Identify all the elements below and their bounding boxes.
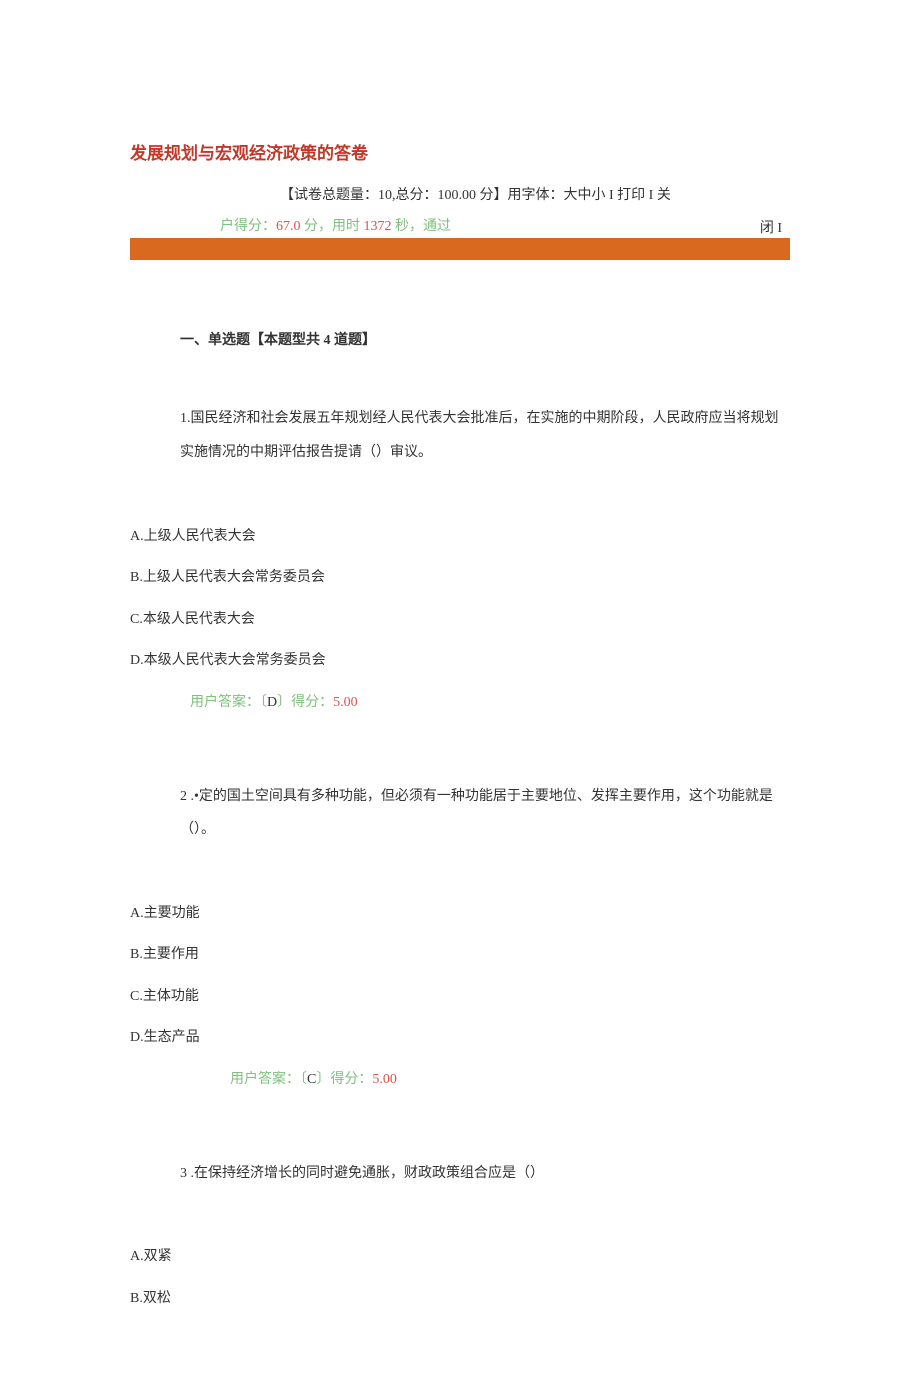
question-1-text: 1.国民经济和社会发展五年规划经人民代表大会批准后，在实施的中期阶段，人民政府应… xyxy=(180,411,779,460)
question-2: 2 .•定的国土空间具有多种功能，但必须有一种功能居于主要地位、发挥主要作用，这… xyxy=(180,780,790,847)
close-label: 闭 I xyxy=(760,218,782,240)
question-3-text: .在保持经济增长的同时避免通胀，财政政策组合应是（） xyxy=(187,1166,544,1181)
score-unit: 分】 xyxy=(476,188,508,203)
font-label: 用字体：大中小 I 打印 I 关 xyxy=(508,188,671,203)
section-header: 一、单选题【本题型共 4 道题】 xyxy=(180,330,790,352)
q2-ans-letter: C xyxy=(307,1072,316,1087)
q1-option-a: A.上级人民代表大会 xyxy=(130,520,790,554)
q1-ans-score: 5.00 xyxy=(333,695,358,710)
question-3-options: A.双紧 B.双松 xyxy=(130,1240,790,1315)
q1-ans-mid: 〕得分： xyxy=(277,695,333,710)
summary-prefix: 【试卷总题量： xyxy=(280,188,378,203)
q2-ans-score: 5.00 xyxy=(372,1072,397,1087)
q1-option-d: D.本级人民代表大会常务委员会 xyxy=(130,644,790,678)
divider-bar: 闭 I xyxy=(130,238,790,260)
question-2-text: .•定的国土空间具有多种功能，但必须有一种功能居于主要地位、发挥主要作用，这个功… xyxy=(180,789,773,838)
meta-line: 【试卷总题量：10,总分：100.00 分】用字体：大中小 I 打印 I 关 xyxy=(280,185,790,207)
q2-option-b: B.主要作用 xyxy=(130,938,790,972)
q2-ans-mid: 〕得分： xyxy=(316,1072,372,1087)
score-line: 户得分：67.0 分，用时 1372 秒，通过 xyxy=(220,216,790,238)
q2-option-d: D.生态产品 xyxy=(130,1021,790,1055)
score-prefix: 户得分： xyxy=(220,219,276,234)
score-suffix: 分， xyxy=(301,219,333,234)
question-2-options: A.主要功能 B.主要作用 C.主体功能 D.生态产品 用户答案：〔C〕得分：5… xyxy=(130,897,790,1097)
q1-ans-prefix: 用户答案：〔 xyxy=(190,695,267,710)
comma: ,总分： xyxy=(392,188,438,203)
user-score: 67.0 xyxy=(276,219,301,234)
total-score: 100.00 xyxy=(438,188,477,203)
q1-ans-letter: D xyxy=(267,695,277,710)
question-1: 1.国民经济和社会发展五年规划经人民代表大会批准后，在实施的中期阶段，人民政府应… xyxy=(180,402,790,469)
q3-option-a: A.双紧 xyxy=(130,1240,790,1274)
q2-option-a: A.主要功能 xyxy=(130,897,790,931)
q2-num: 2 xyxy=(180,789,187,804)
time-suffix: 秒，通过 xyxy=(392,219,452,234)
question-3: 3 .在保持经济增长的同时避免通胀，财政政策组合应是（） xyxy=(180,1157,790,1191)
q3-option-b: B.双松 xyxy=(130,1282,790,1316)
question-1-options: A.上级人民代表大会 B.上级人民代表大会常务委员会 C.本级人民代表大会 D.… xyxy=(130,520,790,720)
total-questions: 10 xyxy=(378,188,392,203)
q2-answer: 用户答案：〔C〕得分：5.00 xyxy=(230,1063,790,1097)
q1-option-c: C.本级人民代表大会 xyxy=(130,603,790,637)
q3-num: 3 xyxy=(180,1166,187,1181)
page-title: 发展规划与宏观经济政策的答卷 xyxy=(130,140,790,167)
q2-ans-prefix: 用户答案：〔 xyxy=(230,1072,307,1087)
q2-option-c: C.主体功能 xyxy=(130,980,790,1014)
time-prefix: 用时 xyxy=(332,219,364,234)
time-value: 1372 xyxy=(364,219,392,234)
q1-option-b: B.上级人民代表大会常务委员会 xyxy=(130,561,790,595)
q1-answer: 用户答案：〔D〕得分：5.00 xyxy=(190,686,790,720)
